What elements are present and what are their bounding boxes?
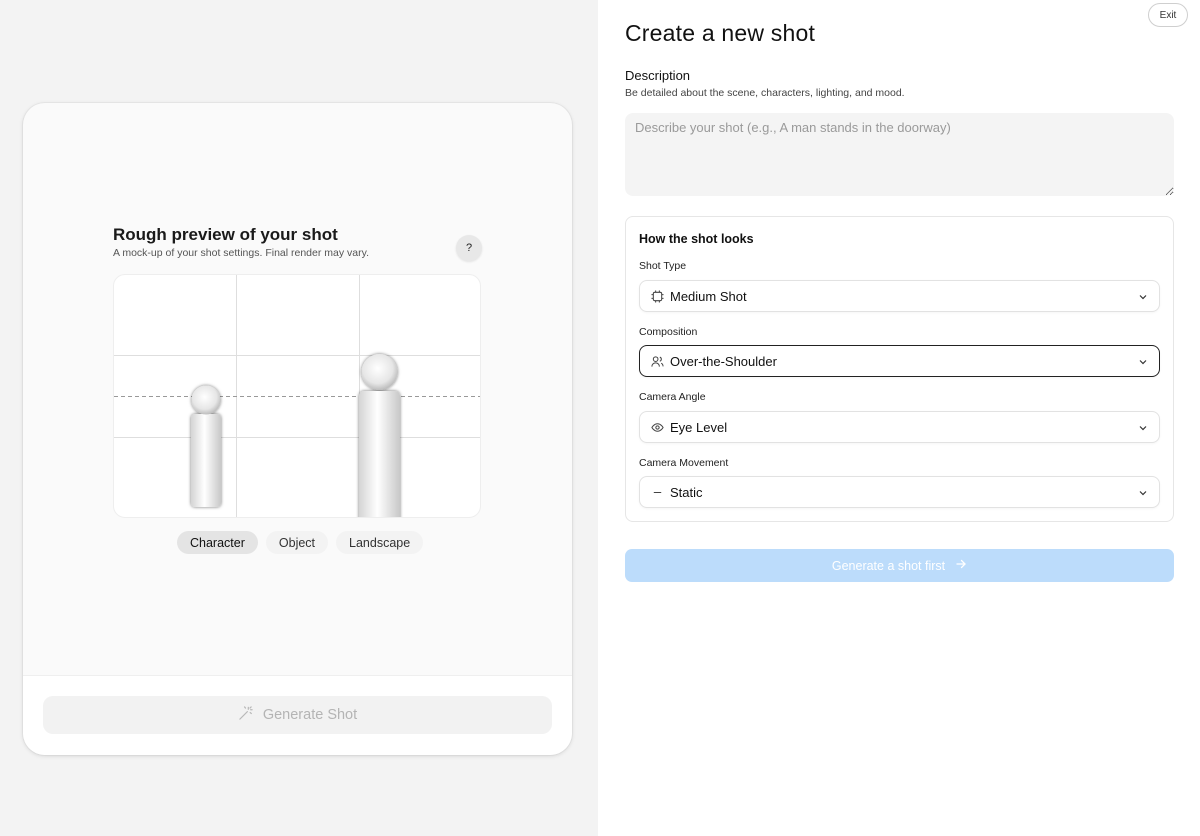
exit-button[interactable]: Exit: [1148, 3, 1188, 27]
chevron-down-icon: [1137, 355, 1149, 367]
frame-icon: [650, 289, 664, 303]
magic-wand-icon: [238, 705, 253, 725]
composition-value: Over-the-Shoulder: [670, 353, 777, 369]
generate-first-label: Generate a shot first: [831, 558, 946, 573]
shot-looks-section: How the shot looks Shot Type Medium Shot…: [625, 216, 1174, 522]
composition-select[interactable]: Over-the-Shoulder: [639, 345, 1160, 377]
preview-area: Rough preview of your shot A mock-up of …: [0, 0, 598, 836]
shot-type-select[interactable]: Medium Shot: [639, 280, 1160, 312]
camera-movement-label: Camera Movement: [639, 457, 729, 469]
chevron-down-icon: [1137, 290, 1149, 302]
mode-tab-character[interactable]: Character: [177, 531, 258, 554]
preview-mode-tabs: Character Object Landscape: [177, 531, 424, 554]
shot-type-label: Shot Type: [639, 260, 687, 272]
character-figure-far: [191, 385, 221, 507]
shot-type-value: Medium Shot: [670, 288, 747, 304]
generate-shot-label: Generate Shot: [262, 707, 358, 723]
people-icon: [650, 354, 664, 368]
camera-movement-value: Static: [670, 484, 703, 500]
preview-card: Rough preview of your shot A mock-up of …: [23, 103, 572, 755]
description-label: Description: [625, 68, 691, 83]
preview-card-footer: Generate Shot: [23, 675, 572, 755]
camera-angle-select[interactable]: Eye Level: [639, 411, 1160, 443]
composition-label: Composition: [639, 326, 698, 338]
create-shot-panel: Exit Create a new shot Description Be de…: [598, 0, 1200, 836]
camera-angle-label: Camera Angle: [639, 391, 706, 403]
shot-preview-canvas: [113, 274, 481, 518]
arrow-right-icon: [955, 558, 967, 573]
preview-title: Rough preview of your shot: [113, 225, 338, 244]
description-hint: Be detailed about the scene, characters,…: [625, 87, 905, 99]
shot-looks-title: How the shot looks: [639, 232, 754, 246]
dash-icon: [650, 485, 664, 499]
description-input[interactable]: [625, 113, 1174, 196]
preview-grid-svg: [114, 275, 480, 517]
help-button[interactable]: ?: [456, 235, 482, 261]
chevron-down-icon: [1137, 421, 1149, 433]
generate-first-button[interactable]: Generate a shot first: [625, 549, 1174, 582]
eye-icon: [650, 420, 664, 434]
chevron-down-icon: [1137, 486, 1149, 498]
page-title: Create a new shot: [625, 20, 816, 46]
preview-subtitle: A mock-up of your shot settings. Final r…: [113, 247, 369, 259]
mode-tab-landscape[interactable]: Landscape: [336, 531, 424, 554]
character-figure-near: [359, 354, 400, 517]
camera-movement-select[interactable]: Static: [639, 476, 1160, 508]
mode-tab-object[interactable]: Object: [265, 531, 329, 554]
camera-angle-value: Eye Level: [670, 419, 728, 435]
generate-shot-button[interactable]: Generate Shot: [43, 696, 552, 734]
